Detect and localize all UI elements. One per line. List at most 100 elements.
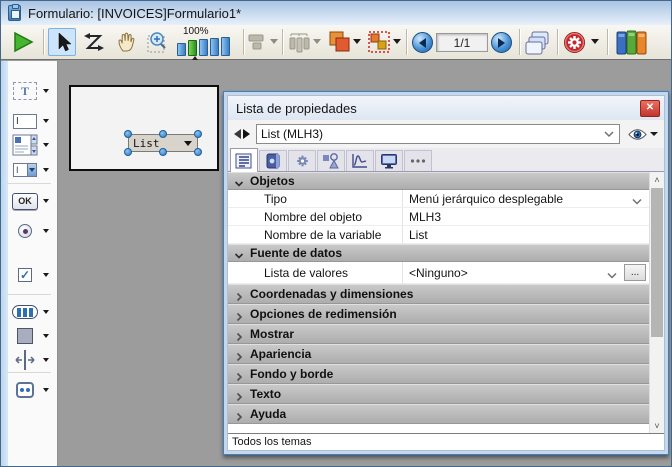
- section-header-fuente-de-datos[interactable]: Fuente de datos: [228, 244, 649, 262]
- align-tool-button[interactable]: [247, 33, 269, 51]
- level-tool-button[interactable]: [327, 30, 351, 54]
- section-header-mostrar[interactable]: Mostrar: [228, 324, 649, 344]
- toolbar-separator: [243, 29, 244, 55]
- ellipsis-button[interactable]: ...: [624, 264, 646, 281]
- chevron-right-icon: [234, 329, 244, 339]
- dropdown-arrow-icon[interactable]: [43, 168, 49, 172]
- selection-handle-bottom-right[interactable]: [194, 148, 202, 156]
- hand-tool-button[interactable]: [112, 28, 140, 56]
- chevron-down-icon[interactable]: [631, 195, 643, 203]
- selection-handle-top-center[interactable]: [159, 130, 167, 138]
- zoom-level-label: 100%: [183, 26, 209, 37]
- section-header-ayuda[interactable]: Ayuda: [228, 404, 649, 424]
- dropdown-arrow-icon[interactable]: [43, 358, 49, 362]
- scroll-up-icon[interactable]: ˄: [650, 172, 664, 187]
- section-header-texto[interactable]: Texto: [228, 384, 649, 404]
- zoom-tool-button[interactable]: [144, 28, 172, 56]
- tab-data[interactable]: [259, 150, 287, 171]
- run-form-button[interactable]: [9, 28, 37, 56]
- selection-handle-bottom-center[interactable]: [159, 148, 167, 156]
- dropdown-arrow-icon: [591, 39, 599, 44]
- close-button[interactable]: ✕: [640, 100, 660, 117]
- plugin-area-tool[interactable]: [11, 378, 57, 402]
- section-label: Objetos: [250, 174, 295, 188]
- pointer-tool-button[interactable]: [48, 28, 76, 56]
- tab-objects[interactable]: [317, 150, 345, 171]
- previous-object-button[interactable]: [234, 129, 241, 139]
- view-options-button[interactable]: [628, 128, 658, 141]
- property-row-nombre-de-la-variable: Nombre de la variableList: [228, 226, 649, 244]
- button-tool-icon: OK: [12, 193, 38, 210]
- tab-property-list[interactable]: [230, 148, 258, 172]
- splitter-tool[interactable]: [11, 348, 57, 372]
- dropdown-arrow-icon[interactable]: [43, 143, 49, 147]
- section-header-coordenadas-y-dimensiones[interactable]: Coordenadas y dimensiones: [228, 284, 649, 304]
- button-grid-tool[interactable]: [11, 300, 57, 324]
- dropdown-arrow-icon[interactable]: [43, 388, 49, 392]
- chevron-down-icon[interactable]: [606, 269, 618, 277]
- input-tool[interactable]: I: [11, 109, 57, 133]
- next-object-button[interactable]: [243, 129, 250, 139]
- form-canvas[interactable]: List: [69, 85, 219, 171]
- dropdown-arrow-icon[interactable]: [43, 199, 49, 203]
- selection-handle-top-left[interactable]: [124, 130, 132, 138]
- checkbox-tool[interactable]: ✓: [11, 263, 57, 287]
- dropdown-arrow-icon[interactable]: [43, 119, 49, 123]
- property-value[interactable]: List: [402, 226, 649, 243]
- listbox-tool[interactable]: [11, 133, 57, 157]
- section-header-fondo-y-borde[interactable]: Fondo y borde: [228, 364, 649, 384]
- section-header-objetos[interactable]: Objetos: [228, 172, 649, 190]
- zoom-bars-control[interactable]: 100%: [177, 26, 239, 59]
- checkbox-tool-icon: ✓: [18, 268, 32, 282]
- form-properties-button[interactable]: [563, 31, 586, 54]
- next-page-button[interactable]: [491, 32, 512, 53]
- entry-order-tool-button[interactable]: [80, 28, 108, 56]
- scroll-down-icon[interactable]: ˅: [650, 418, 664, 433]
- text-tool[interactable]: T: [11, 79, 57, 103]
- zoom-bar-1[interactable]: [177, 43, 186, 56]
- property-panel-titlebar[interactable]: Lista de propiedades ✕: [228, 96, 664, 120]
- button-tool[interactable]: OK: [11, 189, 57, 213]
- scrollbar-thumb[interactable]: [651, 188, 663, 337]
- combo-box-tool[interactable]: I: [11, 158, 57, 182]
- tab-settings[interactable]: [288, 150, 316, 171]
- property-grid-rows: ObjetosTipoMenú jerárquico desplegableNo…: [228, 172, 649, 424]
- dropdown-arrow-icon[interactable]: [43, 334, 49, 338]
- property-value[interactable]: <Ninguno>...: [402, 262, 649, 283]
- library-button[interactable]: [615, 29, 647, 56]
- section-header-apariencia[interactable]: Apariencia: [228, 344, 649, 364]
- distribute-tool-button[interactable]: [287, 31, 311, 53]
- dropdown-arrow-icon[interactable]: [43, 310, 49, 314]
- widget-toolbar: T I I OK: [1, 61, 58, 467]
- align-dropdown[interactable]: [270, 39, 278, 44]
- dropdown-arrow-icon[interactable]: [43, 273, 49, 277]
- property-value[interactable]: MLH3: [402, 208, 649, 225]
- zoom-bar-3[interactable]: [199, 39, 208, 56]
- zoom-bar-2-active[interactable]: [188, 40, 197, 56]
- property-value[interactable]: Menú jerárquico desplegable: [402, 190, 649, 207]
- dropdown-arrow-icon[interactable]: [43, 89, 49, 93]
- group-dropdown[interactable]: [393, 39, 401, 44]
- section-header-opciones-de-redimension[interactable]: Opciones de redimensión: [228, 304, 649, 324]
- themes-status-bar[interactable]: Todos los temas: [228, 433, 664, 450]
- zoom-bar-4[interactable]: [210, 38, 219, 56]
- tab-more[interactable]: [404, 150, 432, 171]
- distribute-dropdown[interactable]: [313, 39, 321, 44]
- tab-events[interactable]: [346, 150, 374, 171]
- tab-display[interactable]: [375, 150, 403, 171]
- form-properties-dropdown[interactable]: [591, 39, 599, 44]
- pages-list-button[interactable]: [524, 29, 551, 56]
- property-grid-scrollbar[interactable]: ˄ ˅: [649, 172, 664, 433]
- level-dropdown[interactable]: [353, 39, 361, 44]
- toolbar-separator: [282, 29, 283, 55]
- selection-handle-bottom-left[interactable]: [124, 148, 132, 156]
- previous-page-button[interactable]: [412, 32, 433, 53]
- main-toolbar: 100%: [1, 25, 671, 60]
- dropdown-arrow-icon[interactable]: [43, 229, 49, 233]
- group-tool-button[interactable]: [367, 30, 391, 54]
- radio-button-tool[interactable]: [11, 219, 57, 243]
- selection-handle-top-right[interactable]: [194, 130, 202, 138]
- zoom-bar-5[interactable]: [221, 37, 230, 56]
- rectangle-tool[interactable]: [11, 324, 57, 348]
- object-selector-combo[interactable]: List (MLH3): [256, 124, 620, 144]
